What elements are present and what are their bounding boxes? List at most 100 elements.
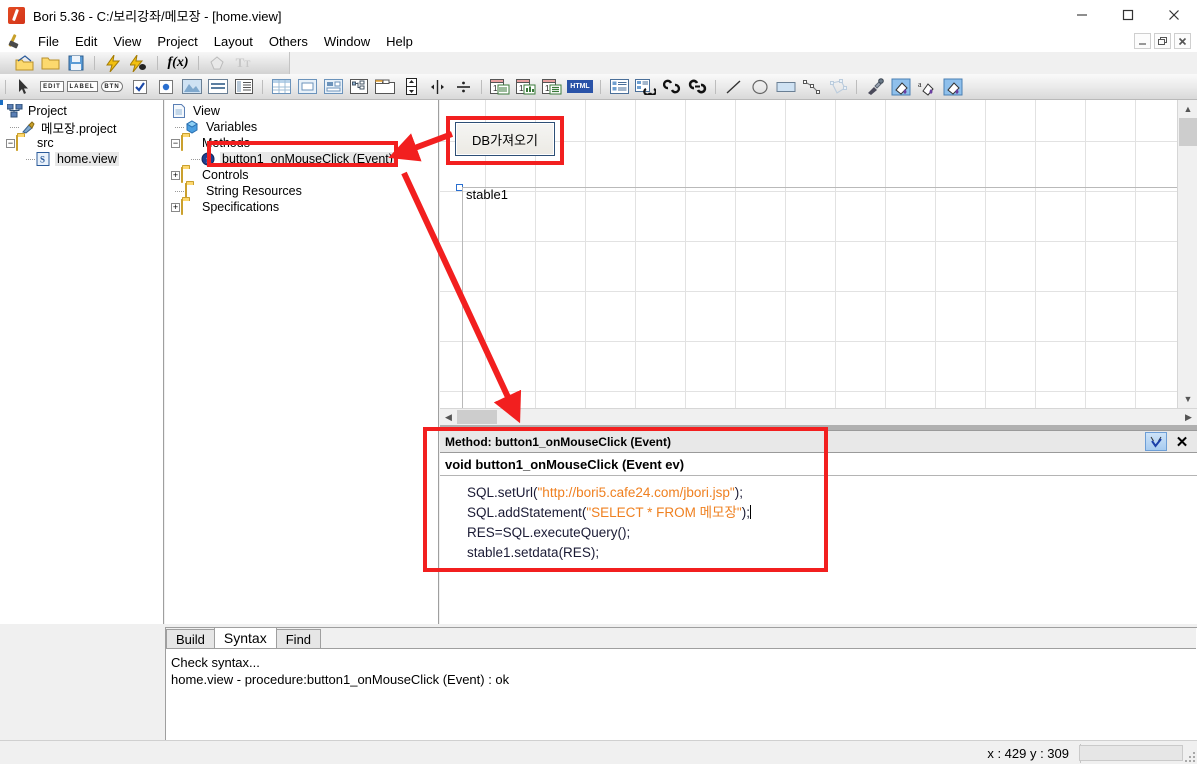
folder-icon: [181, 167, 197, 183]
stable1-left-border: [462, 187, 463, 408]
rectangle-tool[interactable]: [774, 77, 798, 97]
mdi-minimize-button[interactable]: [1134, 33, 1151, 49]
tree-item-home-view[interactable]: S home.view: [0, 151, 163, 167]
horizontal-split-tool[interactable]: [425, 77, 449, 97]
code-string: "SELECT * FROM 메모장": [586, 505, 742, 520]
canvas-vertical-scrollbar[interactable]: ▲ ▼: [1177, 100, 1197, 408]
tree-label: View: [193, 104, 220, 118]
text-caret: [749, 505, 751, 519]
simple-table-tool[interactable]: [295, 77, 319, 97]
canvas-horizontal-scrollbar[interactable]: ◀ ▶: [440, 408, 1197, 425]
scroll-thumb[interactable]: [1179, 118, 1197, 146]
menu-view[interactable]: View: [105, 32, 149, 51]
separator: [715, 79, 716, 94]
table-layout-tool[interactable]: [321, 77, 345, 97]
design-canvas[interactable]: DB가져오기 stable1: [440, 100, 1197, 424]
calendar-control-tool[interactable]: 1: [488, 77, 512, 97]
mdi-close-button[interactable]: [1174, 33, 1191, 49]
method-editor-panel[interactable]: Method: button1_onMouseClick (Event) ✕ v…: [440, 430, 1197, 624]
tree-expander-plus[interactable]: +: [171, 170, 180, 180]
menu-window[interactable]: Window: [316, 32, 378, 51]
ellipse-tool[interactable]: [748, 77, 772, 97]
new-project-icon[interactable]: [12, 53, 36, 73]
image-control-tool[interactable]: [180, 77, 204, 97]
view-tree-panel[interactable]: View Variables − Methods f button1_onMou…: [165, 100, 439, 624]
border-color-tool[interactable]: [941, 77, 965, 97]
tree-item-string-resources[interactable]: String Resources: [165, 183, 438, 199]
tree-item-button1-onmouseclick[interactable]: f button1_onMouseClick (Event): [165, 151, 438, 167]
menu-help[interactable]: Help: [378, 32, 421, 51]
scroll-thumb[interactable]: [457, 410, 497, 424]
vertical-split-tool[interactable]: [399, 77, 423, 97]
combo-control-tool[interactable]: [232, 77, 256, 97]
open-folder-icon[interactable]: [38, 53, 62, 73]
tab-syntax[interactable]: Syntax: [213, 627, 277, 648]
window-controls: [1059, 0, 1197, 30]
close-button[interactable]: [1151, 0, 1197, 30]
save-icon[interactable]: [64, 53, 88, 73]
tree-label: String Resources: [206, 184, 302, 198]
debug-icon[interactable]: [127, 53, 151, 73]
close-icon[interactable]: ✕: [1173, 432, 1191, 451]
html-control-tool[interactable]: HTML: [566, 77, 594, 97]
edit-control-tool[interactable]: EDIT: [38, 77, 66, 97]
scroll-right-icon[interactable]: ▶: [1180, 409, 1197, 425]
output-panel[interactable]: Build Syntax Find Check syntax... home.v…: [165, 627, 1197, 740]
output-text: Check syntax... home.view - procedure:bu…: [166, 650, 1196, 688]
tree-item-view[interactable]: View: [165, 103, 438, 119]
polyline-tool[interactable]: [800, 77, 824, 97]
function-icon[interactable]: f(x): [164, 53, 192, 73]
button-control-tool[interactable]: BTN: [98, 77, 126, 97]
scroll-up-icon[interactable]: ▲: [1178, 100, 1197, 118]
tree-item-methods[interactable]: − Methods: [165, 135, 438, 151]
code-editor[interactable]: SQL.setUrl("http://bori5.cafe24.com/jbor…: [441, 477, 1196, 624]
align-center-tool[interactable]: [451, 77, 475, 97]
listbox-control-tool[interactable]: [206, 77, 230, 97]
menu-layout[interactable]: Layout: [206, 32, 261, 51]
line-tool[interactable]: [722, 77, 746, 97]
scroll-left-icon[interactable]: ◀: [440, 409, 457, 425]
resize-grip[interactable]: [1183, 750, 1195, 762]
tree-label: src: [37, 136, 54, 150]
scroll-down-icon[interactable]: ▼: [1178, 390, 1197, 408]
tree-item-src[interactable]: − src: [0, 135, 163, 151]
menu-file[interactable]: File: [30, 32, 67, 51]
code-line: SQL.addStatement("SELECT * FROM 메모장");: [467, 503, 1196, 523]
tree-item-controls[interactable]: + Controls: [165, 167, 438, 183]
data-link-tool[interactable]: [633, 77, 657, 97]
project-tree-panel[interactable]: Project 메모장.project − src S home.view: [0, 100, 164, 624]
code-text: SQL.setUrl(: [467, 485, 538, 500]
text-color-tool[interactable]: a: [915, 77, 939, 97]
tab-build[interactable]: Build: [166, 629, 215, 648]
menu-edit[interactable]: Edit: [67, 32, 105, 51]
mdi-restore-button[interactable]: [1154, 33, 1171, 49]
tab-find[interactable]: Find: [275, 629, 322, 648]
tree-expander-minus[interactable]: −: [171, 138, 180, 148]
label-control-tool[interactable]: LABEL: [66, 77, 98, 97]
report-control-tool[interactable]: 1: [540, 77, 564, 97]
tab-control-tool[interactable]: [373, 77, 397, 97]
tree-expander-plus[interactable]: +: [171, 202, 180, 212]
menu-project[interactable]: Project: [149, 32, 205, 51]
tree-label: Project: [28, 104, 67, 118]
run-icon[interactable]: [101, 53, 125, 73]
db-import-button[interactable]: DB가져오기: [455, 122, 555, 156]
radio-control-tool[interactable]: [154, 77, 178, 97]
maximize-button[interactable]: [1105, 0, 1151, 30]
chart-control-tool[interactable]: 1: [514, 77, 538, 97]
pointer-tool[interactable]: [12, 77, 36, 97]
eyedropper-tool[interactable]: [863, 77, 887, 97]
grid-control-tool[interactable]: [269, 77, 293, 97]
tree-item-specifications[interactable]: + Specifications: [165, 199, 438, 215]
syntax-check-icon[interactable]: [1145, 432, 1167, 451]
checkbox-control-tool[interactable]: [128, 77, 152, 97]
tree-item-variables[interactable]: Variables: [165, 119, 438, 135]
dataset-tool[interactable]: [607, 77, 631, 97]
minimize-button[interactable]: [1059, 0, 1105, 30]
tree-control-tool[interactable]: [347, 77, 371, 97]
menu-others[interactable]: Others: [261, 32, 316, 51]
tree-expander-minus[interactable]: −: [6, 138, 15, 148]
link-tool-2[interactable]: [685, 77, 709, 97]
link-tool[interactable]: [659, 77, 683, 97]
fill-color-tool[interactable]: [889, 77, 913, 97]
